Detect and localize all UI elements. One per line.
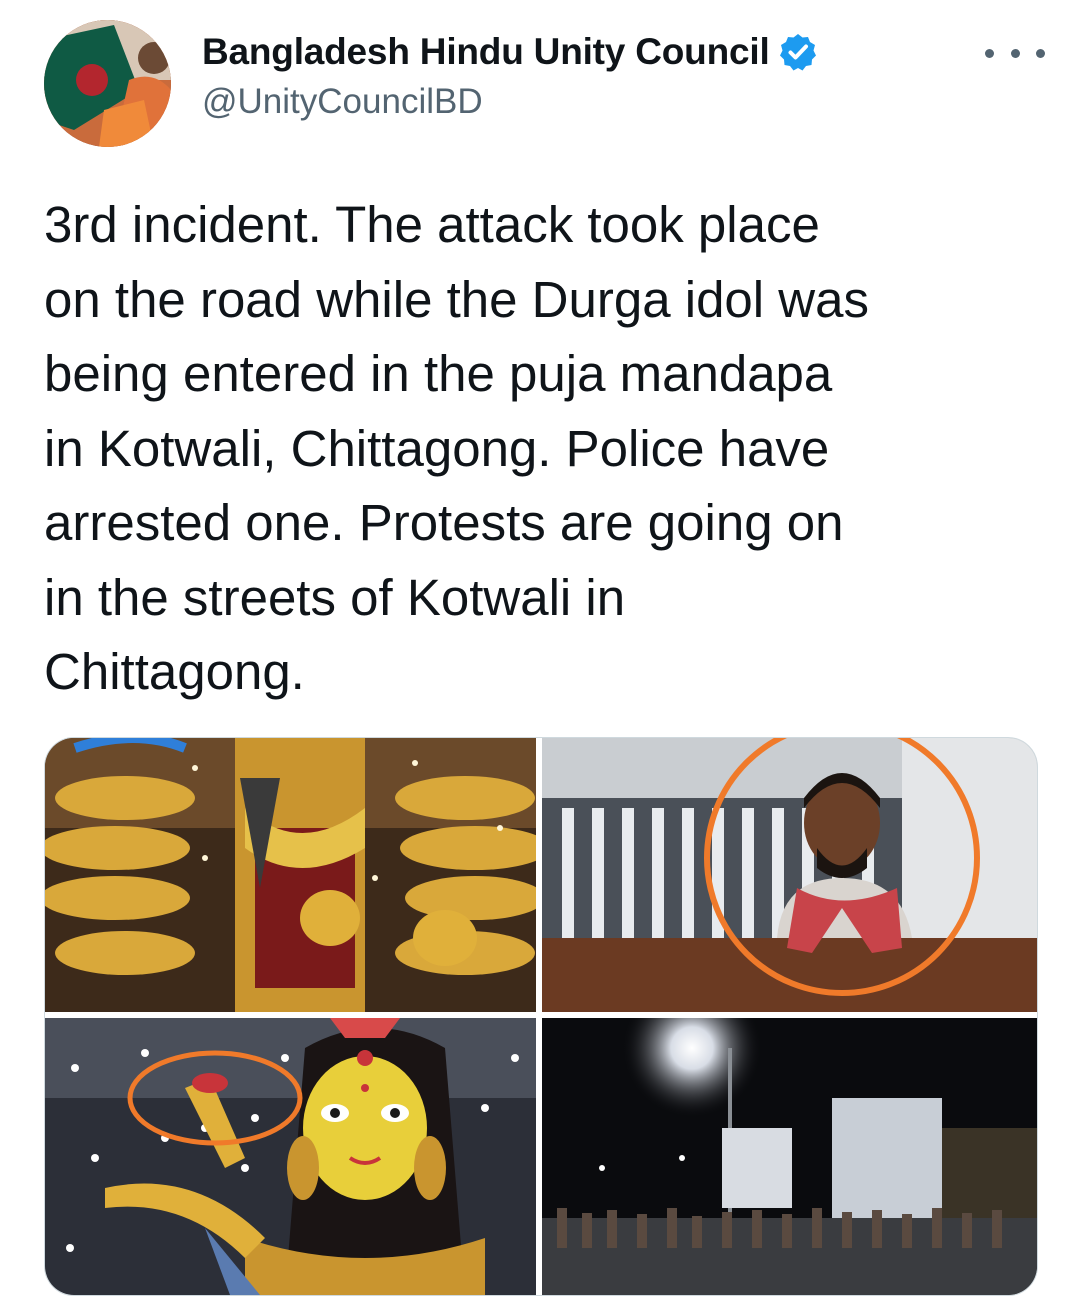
dot	[985, 48, 994, 58]
media-photo-arrested-man[interactable]	[542, 738, 1037, 1012]
tweet-text-line: on the road while the Durga idol was	[44, 270, 869, 328]
tweet: Bangladesh Hindu Unity Council @UnityCou…	[0, 0, 1080, 1315]
tweet-text-line: in Kotwali, Chittagong. Police have	[44, 419, 830, 477]
author-block: Bangladesh Hindu Unity Council @UnityCou…	[202, 28, 818, 122]
tweet-text-line: Chittagong.	[44, 643, 305, 700]
user-handle[interactable]: @UnityCouncilBD	[202, 82, 818, 122]
tweet-text-line: 3rd incident. The attack took place	[44, 196, 820, 253]
media-photo-street-protest-night[interactable]	[542, 1018, 1037, 1295]
tweet-text: 3rd incident. The attack took place on t…	[44, 188, 1044, 710]
avatar[interactable]	[44, 20, 171, 147]
name-row: Bangladesh Hindu Unity Council	[202, 28, 818, 76]
tweet-text-line: being entered in the puja mandapa	[44, 345, 833, 402]
media-grid	[44, 737, 1038, 1296]
verified-badge-icon	[778, 32, 818, 72]
display-name[interactable]: Bangladesh Hindu Unity Council	[202, 31, 770, 73]
profile-photo	[44, 20, 171, 147]
more-options-icon[interactable]	[985, 38, 1045, 68]
media-photo-durga-idol-face[interactable]	[45, 1018, 536, 1295]
tweet-text-line: in the streets of Kotwali in	[44, 568, 626, 626]
dot	[1036, 48, 1045, 58]
media-photo-durga-idol-arms[interactable]	[45, 738, 536, 1012]
dot	[1010, 48, 1020, 58]
tweet-text-line: arrested one. Protests are going on	[44, 494, 844, 551]
